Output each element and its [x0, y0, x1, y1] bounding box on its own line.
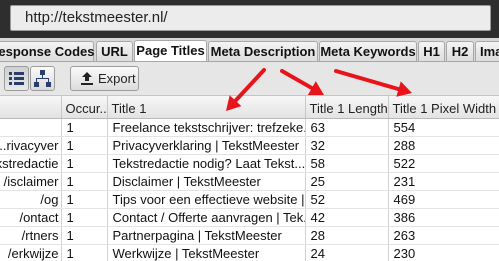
tab-response-codes[interactable]: Response Codes — [0, 41, 94, 61]
pixel-width-cell[interactable]: 231 — [388, 172, 499, 191]
pixel-width-cell[interactable]: 554 — [388, 118, 499, 137]
title-cell[interactable]: Tekstredactie nodig? Laat Tekst... — [107, 154, 306, 173]
occurrences-cell[interactable]: 1 — [61, 208, 108, 227]
title-length-cell[interactable]: 28 — [305, 226, 389, 245]
address-cell[interactable]: isclaimer/ — [0, 172, 62, 191]
pixel-width-cell[interactable]: 522 — [388, 154, 499, 173]
pixel-width-cell[interactable]: 469 — [388, 190, 499, 209]
tab-h2[interactable]: H2 — [446, 41, 474, 61]
title-cell[interactable]: Contact / Offerte aanvragen | Tek... — [107, 208, 306, 227]
address-bar-container: http://tekstmeester.nl/ — [0, 0, 499, 38]
address-cell[interactable]: rivacyver... — [0, 136, 62, 155]
title-length-cell[interactable]: 24 — [305, 244, 389, 261]
tab-strip: Response Codes URL Page Titles Meta Desc… — [0, 38, 499, 62]
address-cell[interactable]: ontact/ — [0, 208, 62, 227]
title-length-cell[interactable]: 63 — [305, 118, 389, 137]
tab-page-titles[interactable]: Page Titles — [134, 40, 207, 61]
column-header-title-1[interactable]: Title 1 — [107, 96, 306, 119]
tab-meta-keywords[interactable]: Meta Keywords — [319, 41, 417, 61]
table-row[interactable]: 1 Freelance tekstschrijver: trefzeke... 63… — [0, 118, 499, 137]
tab-h1[interactable]: H1 — [418, 41, 445, 61]
page-titles-table: Occur... Title 1 Title 1 Length Title 1 … — [0, 96, 499, 261]
url-input[interactable]: http://tekstmeester.nl/ — [10, 5, 491, 31]
table-header-row: Occur... Title 1 Title 1 Length Title 1 … — [0, 96, 499, 119]
table-row[interactable]: ontact/1 Contact / Offerte aanvragen | Te… — [0, 208, 499, 227]
column-header-address[interactable] — [0, 96, 62, 119]
list-view-icon — [9, 72, 24, 85]
column-header-occurrences[interactable]: Occur... — [61, 96, 108, 119]
pixel-width-cell[interactable]: 263 — [388, 226, 499, 245]
address-cell[interactable]: og/ — [0, 190, 62, 209]
table-row[interactable]: erkwijze/1 Werkwijze | TekstMeester 24 230 — [0, 244, 499, 261]
title-cell[interactable]: Tips voor een effectieve website |... — [107, 190, 306, 209]
occurrences-cell[interactable]: 1 — [61, 118, 108, 137]
table-row[interactable]: og/1 Tips voor een effectieve website |..… — [0, 190, 499, 209]
table-row[interactable]: kstredactie/1Tekstredactie nodig? Laat T… — [0, 154, 499, 173]
tree-view-button[interactable] — [30, 66, 55, 91]
title-cell[interactable]: Partnerpagina | TekstMeester — [107, 226, 306, 245]
address-cell[interactable]: rtners/ — [0, 226, 62, 245]
occurrences-cell[interactable]: 1 — [61, 226, 108, 245]
title-cell[interactable]: Werkwijze | TekstMeester — [107, 244, 306, 261]
tab-url[interactable]: URL — [96, 41, 133, 61]
pixel-width-cell[interactable]: 386 — [388, 208, 499, 227]
export-button[interactable]: Export — [70, 66, 139, 91]
occurrences-cell[interactable]: 1 — [61, 190, 108, 209]
title-cell[interactable]: Disclaimer | TekstMeester — [107, 172, 306, 191]
upload-icon — [81, 72, 93, 85]
tree-view-icon — [34, 70, 51, 87]
table-row[interactable]: rtners/1 Partnerpagina | TekstMeester 28 26… — [0, 226, 499, 245]
title-length-cell[interactable]: 52 — [305, 190, 389, 209]
column-header-title-1-pixel-width[interactable]: Title 1 Pixel Width — [388, 96, 499, 119]
export-label: Export — [98, 71, 136, 86]
occurrences-cell[interactable]: 1 — [61, 244, 108, 261]
address-cell[interactable] — [0, 118, 62, 137]
column-header-title-1-length[interactable]: Title 1 Length — [305, 96, 389, 119]
title-length-cell[interactable]: 25 — [305, 172, 389, 191]
tab-images[interactable]: Ima — [475, 41, 499, 61]
pixel-width-cell[interactable]: 288 — [388, 136, 499, 155]
title-length-cell[interactable]: 32 — [305, 136, 389, 155]
title-length-cell[interactable]: 58 — [305, 154, 389, 173]
title-cell[interactable]: Privacyverklaring | TekstMeester — [107, 136, 306, 155]
list-view-button[interactable] — [4, 66, 29, 91]
occurrences-cell[interactable]: 1 — [61, 172, 108, 191]
title-cell[interactable]: Freelance tekstschrijver: trefzeke... — [107, 118, 306, 137]
title-length-cell[interactable]: 42 — [305, 208, 389, 227]
address-cell[interactable]: erkwijze/ — [0, 244, 62, 261]
occurrences-cell[interactable]: 1 — [61, 154, 108, 173]
occurrences-cell[interactable]: 1 — [61, 136, 108, 155]
tab-meta-description[interactable]: Meta Description — [208, 41, 318, 61]
address-cell[interactable]: kstredactie/ — [0, 154, 62, 173]
pixel-width-cell[interactable]: 230 — [388, 244, 499, 261]
table-row[interactable]: isclaimer/1 Disclaimer | TekstMeester 25 23… — [0, 172, 499, 191]
table-row[interactable]: rivacyver...1Privacyverklaring | TekstMe… — [0, 136, 499, 155]
toolbar: Export — [0, 62, 499, 96]
